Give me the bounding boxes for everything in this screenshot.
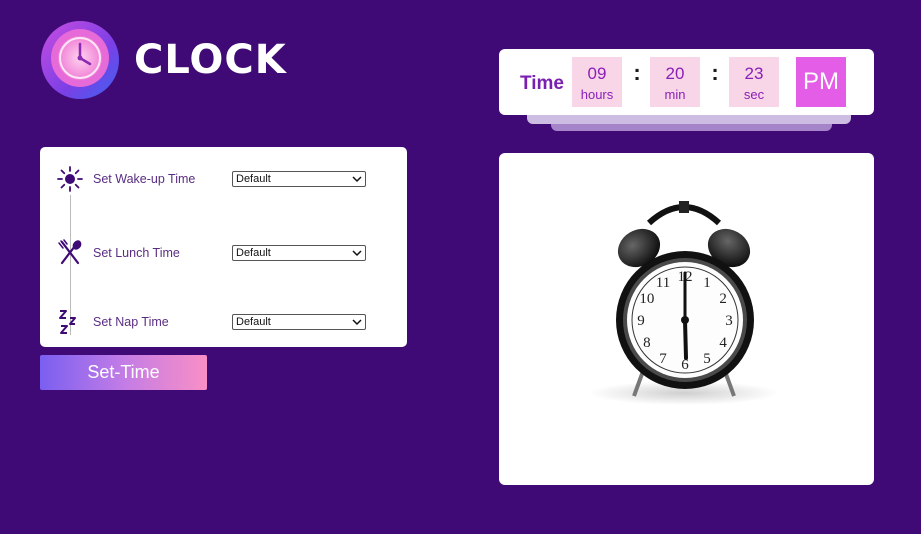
lunch-select[interactable]: Default	[232, 245, 366, 261]
minutes-box: 20 min	[650, 57, 700, 107]
time-label: Time	[520, 73, 565, 94]
dial-numeral: 11	[656, 275, 670, 291]
hours-unit: hours	[580, 87, 614, 102]
sun-icon	[56, 165, 84, 193]
wakeup-select-value: Default	[236, 173, 271, 185]
minutes-unit: min	[664, 87, 686, 102]
sleep-zzz-icon	[56, 308, 84, 336]
dial-numeral: 10	[639, 291, 654, 307]
seconds-box: 23 sec	[729, 57, 779, 107]
settings-panel: Set Wake-up Time Default Set Lunch Time …	[40, 147, 407, 347]
chevron-down-icon	[352, 247, 362, 259]
time-separator: :	[633, 60, 641, 85]
lunch-label: Set Lunch Time	[93, 246, 180, 260]
nap-label: Set Nap Time	[93, 315, 169, 329]
dial-numeral: 7	[659, 351, 667, 367]
dial-numeral: 5	[703, 351, 711, 367]
minutes-value: 20	[665, 64, 685, 83]
dial-numeral: 8	[643, 335, 651, 351]
nap-select[interactable]: Default	[232, 314, 366, 330]
dial-numeral: 4	[719, 335, 727, 351]
nap-row: Set Nap Time Default	[40, 308, 407, 338]
wakeup-label: Set Wake-up Time	[93, 172, 196, 186]
alarm-clock-image-card: 121234567891011	[499, 153, 874, 485]
dial-numeral: 3	[725, 313, 733, 329]
dial-numeral: 9	[637, 313, 645, 329]
alarm-clock-image: 121234567891011	[589, 201, 779, 405]
chevron-down-icon	[352, 316, 362, 328]
period-indicator: PM	[796, 57, 846, 107]
time-separator: :	[711, 60, 719, 85]
hours-box: 09 hours	[572, 57, 622, 107]
lunch-row: Set Lunch Time Default	[40, 239, 407, 269]
lunch-select-value: Default	[236, 247, 271, 259]
wakeup-select[interactable]: Default	[232, 171, 366, 187]
dial-numeral: 2	[719, 291, 727, 307]
app-logo: CLOCK	[40, 20, 287, 100]
time-display: Time 09 hours : 20 min : 23 sec PM	[499, 49, 874, 115]
hours-value: 09	[587, 64, 607, 83]
seconds-value: 23	[744, 64, 764, 83]
clock-icon	[40, 20, 120, 100]
set-time-button[interactable]: Set-Time	[40, 355, 207, 390]
app-title: CLOCK	[134, 37, 287, 83]
nap-select-value: Default	[236, 316, 271, 328]
fork-spoon-icon	[56, 239, 84, 267]
wakeup-row: Set Wake-up Time Default	[40, 165, 407, 195]
seconds-unit: sec	[743, 87, 765, 102]
dial-numeral: 1	[703, 275, 711, 291]
chevron-down-icon	[352, 173, 362, 185]
